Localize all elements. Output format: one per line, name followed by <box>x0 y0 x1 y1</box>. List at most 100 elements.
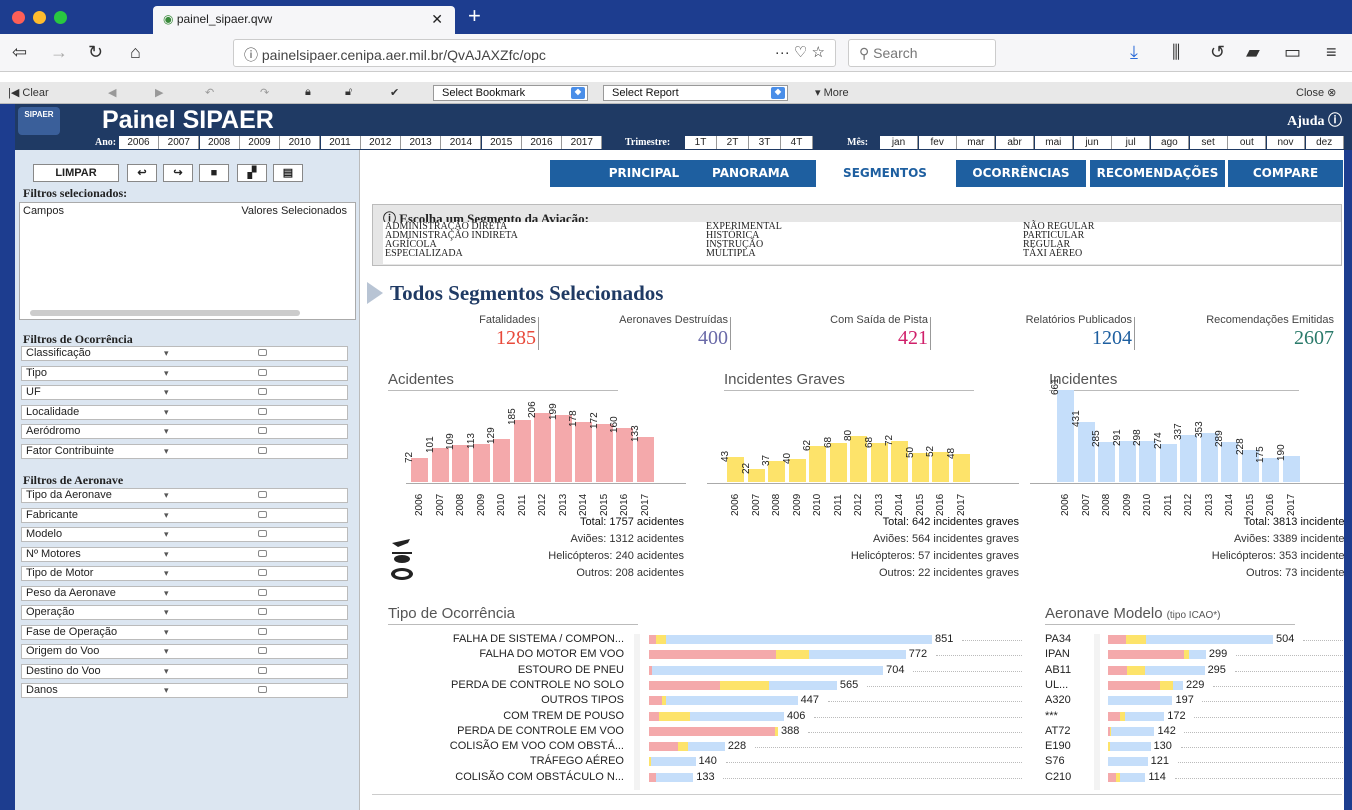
checkbox-icon[interactable] <box>258 588 267 596</box>
tab-recomendaes[interactable]: RECOMENDAÇÕES <box>1090 160 1225 187</box>
checkbox-icon[interactable] <box>258 427 267 434</box>
reload-icon[interactable]: ↻ <box>88 42 103 63</box>
chevron-down-icon[interactable]: ▾ <box>164 684 169 697</box>
filter-fabricante[interactable]: Fabricante ▾ <box>21 507 348 523</box>
new-tab-icon[interactable]: + <box>468 3 481 29</box>
check-icon[interactable]: ✔ <box>390 86 399 99</box>
filter-classifica-o[interactable]: Classificação ▾ <box>21 346 348 361</box>
filter-fase-de-opera-o[interactable]: Fase de Operação ▾ <box>21 624 348 640</box>
tab-panorama[interactable]: PANORAMA <box>685 160 816 187</box>
chevron-down-icon[interactable]: ▾ <box>164 645 169 658</box>
month-cell-set[interactable]: set <box>1189 136 1228 149</box>
filter-fator-contribuinte[interactable]: Fator Contribuinte ▾ <box>21 443 348 459</box>
redo-button[interactable]: ↪ <box>163 164 193 182</box>
segment-option[interactable]: MÚLTIPLA <box>706 249 756 259</box>
quarter-cell-4T[interactable]: 4T <box>781 136 813 149</box>
undo-button[interactable]: ↩ <box>127 164 157 182</box>
tab-ocorrncias[interactable]: OCORRÊNCIAS <box>956 160 1086 187</box>
checkbox-icon[interactable] <box>258 686 267 693</box>
print-button[interactable]: ▤ <box>273 164 303 182</box>
window-controls[interactable] <box>12 11 67 24</box>
checkbox-icon[interactable] <box>258 368 267 376</box>
chevron-down-icon[interactable]: ▾ <box>164 347 169 360</box>
year-cell-2010[interactable]: 2010 <box>280 136 321 149</box>
chevron-down-icon[interactable]: ▾ <box>164 548 169 561</box>
report-select[interactable]: Select Report ◆ <box>603 85 788 101</box>
filter-tipo-da-aeronave[interactable]: Tipo da Aeronave ▾ <box>21 488 348 503</box>
checkbox-icon[interactable] <box>258 491 267 498</box>
year-cell-2012[interactable]: 2012 <box>360 136 401 149</box>
history-icon[interactable]: ↺ <box>1210 42 1225 63</box>
limpar-button[interactable]: LIMPAR <box>33 164 119 182</box>
chevron-down-icon[interactable]: ▾ <box>164 606 169 619</box>
month-cell-fev[interactable]: fev <box>918 136 957 149</box>
year-cell-2006[interactable]: 2006 <box>119 136 159 149</box>
checkbox-icon[interactable] <box>258 446 267 454</box>
chevron-down-icon[interactable]: ▾ <box>164 509 169 522</box>
help-button[interactable]: Ajuda ⓘ <box>1287 110 1342 130</box>
chevron-down-icon[interactable]: ▾ <box>164 425 169 438</box>
filter-tipo[interactable]: Tipo ▾ <box>21 365 348 381</box>
checkbox-icon[interactable] <box>258 608 267 615</box>
filter-danos[interactable]: Danos ▾ <box>21 683 348 698</box>
tab-segmentos[interactable]: SEGMENTOS <box>818 160 952 187</box>
filter-aer-dromo[interactable]: Aeródromo ▾ <box>21 424 348 439</box>
year-cell-2015[interactable]: 2015 <box>481 136 522 149</box>
tab-compare[interactable]: COMPARE <box>1228 160 1343 187</box>
lock-button[interactable]: ■ <box>199 164 229 182</box>
chevron-down-icon[interactable]: ▾ <box>164 567 169 580</box>
month-cell-jan[interactable]: jan <box>880 136 918 149</box>
checkbox-icon[interactable] <box>258 407 267 415</box>
checkbox-icon[interactable] <box>258 666 267 674</box>
scrollbar[interactable] <box>634 634 640 790</box>
quarter-cell-1T[interactable]: 1T <box>685 136 717 149</box>
filter-origem-do-voo[interactable]: Origem do Voo ▾ <box>21 644 348 659</box>
forward-step-icon[interactable]: ▶ <box>155 86 163 99</box>
filter-uf[interactable]: UF ▾ <box>21 385 348 400</box>
unlock-icon[interactable]: 🔓︎ <box>345 86 352 99</box>
unlock-button[interactable]: ▞ <box>237 164 267 182</box>
filter-n-motores[interactable]: Nº Motores ▾ <box>21 546 348 562</box>
back-step-icon[interactable]: ◀ <box>108 86 116 99</box>
horizontal-scrollbar[interactable] <box>30 310 300 316</box>
filter-localidade[interactable]: Localidade ▾ <box>21 404 348 420</box>
year-cell-2017[interactable]: 2017 <box>562 136 603 149</box>
chevron-down-icon[interactable]: ▾ <box>164 528 169 541</box>
chevron-down-icon[interactable]: ▾ <box>164 587 169 600</box>
chevron-down-icon[interactable]: ▾ <box>164 489 169 502</box>
year-cell-2009[interactable]: 2009 <box>239 136 280 149</box>
more-button[interactable]: ▾ More <box>815 86 849 99</box>
forward-icon[interactable]: → <box>50 42 68 63</box>
month-cell-mar[interactable]: mar <box>957 136 996 149</box>
undo-icon[interactable]: ↶ <box>205 86 214 99</box>
checkbox-icon[interactable] <box>258 510 267 518</box>
close-button[interactable]: Close ⊗ <box>1296 86 1336 99</box>
month-cell-dez[interactable]: dez <box>1305 136 1344 149</box>
month-cell-out[interactable]: out <box>1228 136 1267 149</box>
home-icon[interactable]: ⌂ <box>130 42 141 63</box>
filter-peso-da-aeronave[interactable]: Peso da Aeronave ▾ <box>21 585 348 601</box>
scrollbar[interactable] <box>1094 634 1100 790</box>
month-cell-jul[interactable]: jul <box>1112 136 1151 149</box>
year-cell-2016[interactable]: 2016 <box>522 136 562 149</box>
month-cell-jun[interactable]: jun <box>1073 136 1112 149</box>
tab-close-icon[interactable]: ✕ <box>431 11 443 28</box>
chevron-down-icon[interactable]: ▾ <box>164 626 169 639</box>
year-cell-2014[interactable]: 2014 <box>441 136 482 149</box>
menu-icon[interactable]: ≡ <box>1326 42 1337 63</box>
year-cell-2008[interactable]: 2008 <box>199 136 240 149</box>
month-cell-mai[interactable]: mai <box>1034 136 1073 149</box>
checkbox-icon[interactable] <box>258 569 267 576</box>
library-icon[interactable]: ⫼ <box>1172 42 1180 63</box>
checkbox-icon[interactable] <box>258 647 267 654</box>
month-cell-nov[interactable]: nov <box>1267 136 1305 149</box>
browser-tab[interactable]: ◉ painel_sipaer.qvw ✕ <box>153 6 455 34</box>
lock-icon[interactable]: 🔒︎ <box>305 86 311 99</box>
year-cell-2011[interactable]: 2011 <box>320 136 361 149</box>
month-cell-ago[interactable]: ago <box>1150 136 1189 149</box>
url-bar[interactable]: ⓘ painelsipaer.cenipa.aer.mil.br/QvAJAXZ… <box>233 39 836 67</box>
bookmark-select[interactable]: Select Bookmark ◆ <box>433 85 588 101</box>
year-cell-2013[interactable]: 2013 <box>401 136 442 149</box>
filter-opera-o[interactable]: Operação ▾ <box>21 605 348 620</box>
checkbox-icon[interactable] <box>258 627 267 635</box>
